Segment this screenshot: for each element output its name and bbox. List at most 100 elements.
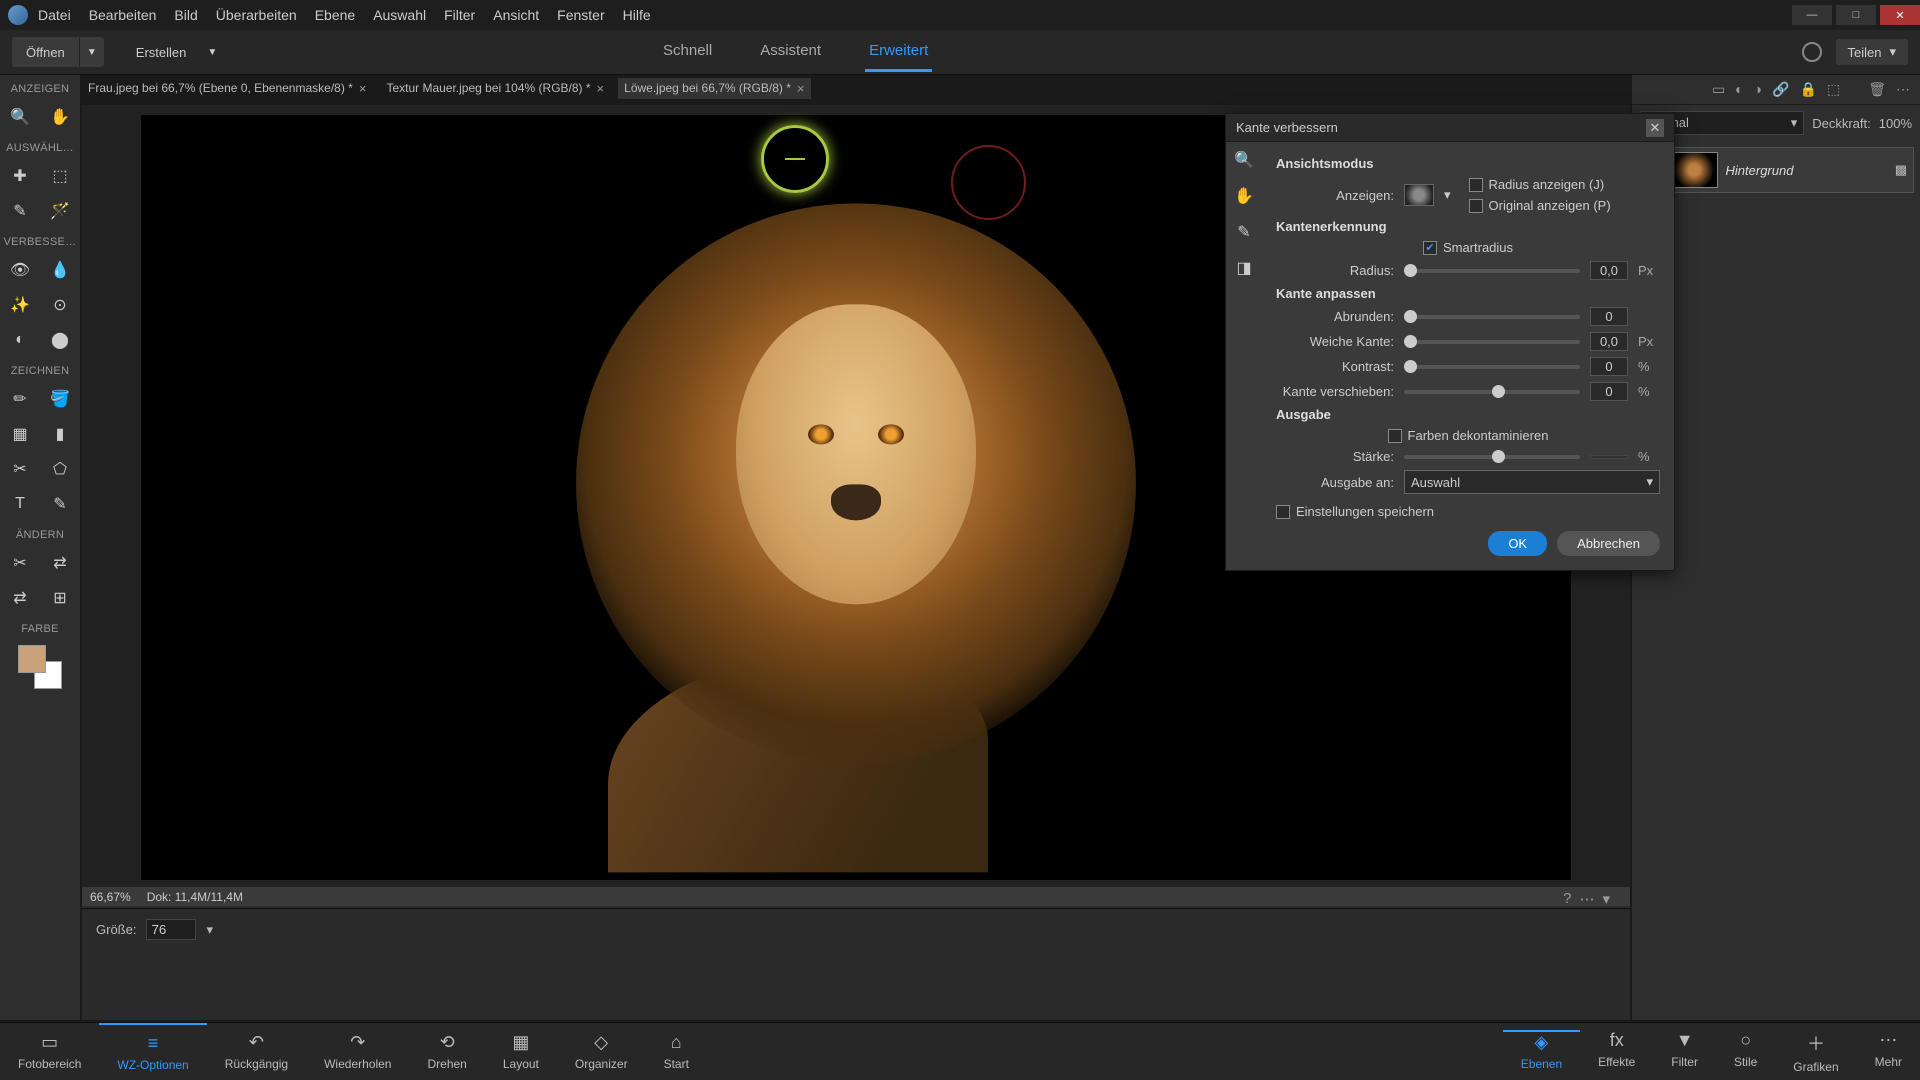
show-radius-checkbox[interactable]: Radius anzeigen (J) [1469,177,1660,192]
dlg-hand-icon[interactable]: ✋ [1234,186,1254,206]
crop-tool-icon[interactable]: ✂ [0,545,40,580]
bb-rotate[interactable]: ⟲Drehen [409,1023,484,1080]
adjust-icon[interactable]: ◑ [1754,81,1762,98]
contrast-slider[interactable] [1404,365,1580,369]
tab-schnell[interactable]: Schnell [659,32,716,72]
cancel-button[interactable]: Abbrechen [1557,531,1660,556]
feather-slider[interactable] [1404,340,1580,344]
recompose-tool-icon[interactable]: ⇄ [40,545,80,580]
color-swatches[interactable] [18,645,62,689]
zoom-tool-icon[interactable]: 🔍 [0,99,40,134]
dlg-refine-brush-icon[interactable]: ✎ [1237,222,1250,242]
doc-tab-0[interactable]: Frau.jpeg bei 66,7% (Ebene 0, Ebenenmask… [82,78,372,99]
trash-icon[interactable]: 🗑 [1868,81,1886,98]
zoom-level[interactable]: 66,67% [90,890,131,904]
layer-name[interactable]: Hintergrund [1726,163,1794,178]
contrast-value[interactable]: 0 [1590,357,1628,376]
mask-icon[interactable]: ◐ [1735,81,1743,98]
minimize-button[interactable]: — [1792,5,1832,25]
pencil-tool-icon[interactable]: ✎ [40,486,80,521]
doc-tab-1[interactable]: Textur Mauer.jpeg bei 104% (RGB/8) *× [380,78,610,99]
tab-erweitert[interactable]: Erweitert [865,32,932,72]
brush-tool-icon[interactable]: ✏ [0,381,40,416]
layer-row[interactable]: 👁 Hintergrund ▩ [1638,147,1914,193]
spot-tool-icon[interactable]: 💧 [40,252,80,287]
eraser-tool-icon[interactable]: ▮ [40,416,80,451]
smooth-slider[interactable] [1404,315,1580,319]
layer-thumbnail[interactable] [1670,152,1718,188]
gradient-tool-icon[interactable]: ▦ [0,416,40,451]
shape-tool-icon[interactable]: ⬠ [40,451,80,486]
fg-color-swatch[interactable] [18,645,46,673]
decontaminate-checkbox[interactable]: Farben dekontaminieren [1388,428,1549,443]
view-mode-thumb[interactable] [1404,184,1434,206]
close-tab-1-icon[interactable]: × [597,81,605,96]
size-input[interactable] [146,919,196,940]
doc-tab-2[interactable]: Löwe.jpeg bei 66,7% (RGB/8) *× [618,78,810,99]
lock-icon[interactable]: 🔒 [1800,81,1817,98]
smart-radius-checkbox[interactable]: ✔Smartradius [1423,240,1513,255]
link-icon[interactable]: 🔗 [1772,81,1789,98]
menu-dots-icon[interactable]: ⋯ [1579,890,1594,908]
bb-wz-optionen[interactable]: ≡WZ-Optionen [99,1023,206,1080]
smooth-value[interactable]: 0 [1590,307,1628,326]
menu-fenster[interactable]: Fenster [557,7,604,23]
tab-assistent[interactable]: Assistent [756,32,825,72]
menu-ansicht[interactable]: Ansicht [493,7,539,23]
eyedropper-tool-icon[interactable]: ✂ [0,451,40,486]
open-dropdown[interactable]: ▼ [80,47,104,58]
bb-mehr[interactable]: ⋯Mehr [1857,1030,1920,1069]
sponge-tool-icon[interactable]: ⬤ [40,322,80,357]
close-button[interactable]: ✕ [1880,5,1920,25]
bb-layout[interactable]: ▦Layout [485,1023,557,1080]
menu-ebene[interactable]: Ebene [315,7,355,23]
shift-slider[interactable] [1404,390,1580,394]
bb-grafiken[interactable]: ＋Grafiken [1775,1030,1856,1074]
bb-ebenen[interactable]: ◈Ebenen [1503,1030,1580,1071]
bb-start[interactable]: ⌂Start [646,1023,707,1080]
panel-menu-icon[interactable]: ⋯ [1896,81,1910,98]
bb-effekte[interactable]: fxEffekte [1580,1030,1653,1069]
marquee-tool-icon[interactable]: ⬚ [40,158,80,193]
theme-toggle-icon[interactable] [1802,42,1822,62]
menu-filter[interactable]: Filter [444,7,475,23]
blur-tool-icon[interactable]: ◐ [0,322,40,357]
opacity-value[interactable]: 100% [1879,116,1912,131]
menu-bild[interactable]: Bild [174,7,197,23]
bb-stile[interactable]: ○Stile [1716,1030,1775,1069]
smart-brush-icon[interactable]: ✨ [0,287,40,322]
bb-fotobereich[interactable]: ▭Fotobereich [0,1023,99,1080]
straighten-tool-icon[interactable]: ⊞ [40,580,80,615]
bb-filter[interactable]: ▼Filter [1653,1030,1716,1069]
remember-checkbox[interactable]: Einstellungen speichern [1276,504,1434,519]
size-dropdown-icon[interactable]: ▾ [206,922,213,938]
layer-lock-icon[interactable]: ▩ [1895,162,1907,178]
output-select[interactable]: Auswahl▾ [1404,470,1660,494]
feather-value[interactable]: 0,0 [1590,332,1628,351]
collapse-icon[interactable]: ▾ [1602,890,1610,908]
redeye-tool-icon[interactable]: 👁 [0,252,40,287]
menu-datei[interactable]: Datei [38,7,71,23]
show-original-checkbox[interactable]: Original anzeigen (P) [1469,198,1660,213]
create-button[interactable]: Erstellen [122,37,201,67]
menu-hilfe[interactable]: Hilfe [623,7,651,23]
dialog-close-icon[interactable]: ✕ [1646,119,1664,137]
bucket-tool-icon[interactable]: 🪣 [40,381,80,416]
menu-auswahl[interactable]: Auswahl [373,7,426,23]
dlg-zoom-icon[interactable]: 🔍 [1234,150,1254,170]
view-dropdown-icon[interactable]: ▾ [1444,187,1451,203]
move-tool-icon[interactable]: ✚ [0,158,40,193]
dialog-titlebar[interactable]: Kante verbessern ✕ [1226,114,1674,142]
shift-value[interactable]: 0 [1590,382,1628,401]
radius-value[interactable]: 0,0 [1590,261,1628,280]
share-button[interactable]: Teilen▾ [1836,39,1909,65]
quickselect-tool-icon[interactable]: 🪄 [40,193,80,228]
bb-redo[interactable]: ↷Wiederholen [306,1023,409,1080]
hand-tool-icon[interactable]: ✋ [40,99,80,134]
create-dropdown[interactable]: ▼ [200,47,224,58]
lasso-tool-icon[interactable]: ✎ [0,193,40,228]
maximize-button[interactable]: □ [1836,5,1876,25]
menu-ueberarbeiten[interactable]: Überarbeiten [216,7,297,23]
close-tab-0-icon[interactable]: × [359,81,367,96]
text-tool-icon[interactable]: T [0,486,40,521]
